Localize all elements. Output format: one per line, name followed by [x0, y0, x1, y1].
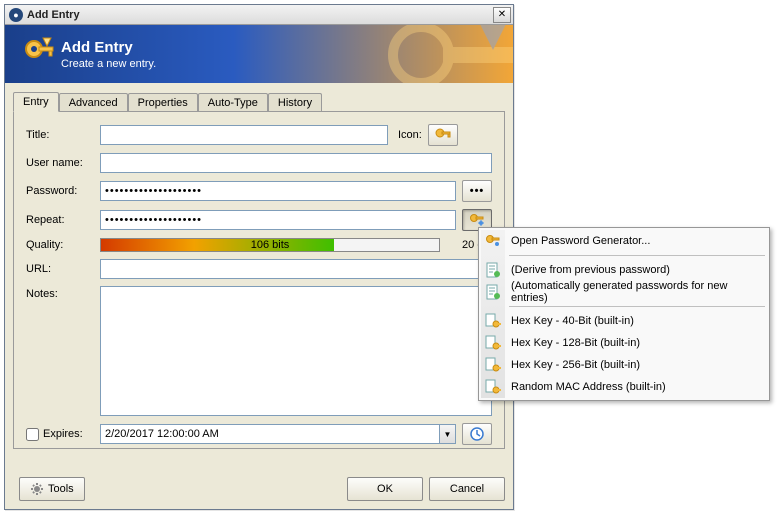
profile-key-icon [485, 379, 501, 395]
url-input[interactable] [100, 259, 492, 279]
app-icon: ● [9, 8, 23, 22]
menu-separator [509, 255, 765, 256]
expires-preset-button[interactable] [462, 423, 492, 445]
menu-item-label: Hex Key - 256-Bit (built-in) [511, 359, 640, 371]
password-input[interactable] [100, 181, 456, 201]
menu-item-label: (Automatically generated passwords for n… [511, 280, 767, 304]
url-label: URL: [26, 263, 100, 275]
title-input[interactable] [100, 125, 388, 145]
menu-derive-previous[interactable]: (Derive from previous password) [481, 259, 767, 281]
expires-label: Expires: [43, 428, 83, 440]
menu-open-generator[interactable]: Open Password Generator... [481, 230, 767, 252]
add-entry-window: ● Add Entry ✕ Add Entry Create a new ent… [4, 4, 514, 510]
quality-meter: 106 bits [100, 238, 440, 252]
expires-value: 2/20/2017 12:00:00 AM [105, 428, 439, 440]
titlebar: ● Add Entry ✕ [5, 5, 513, 25]
menu-item-label: (Derive from previous password) [511, 264, 670, 276]
icon-label: Icon: [398, 129, 422, 141]
header-subtitle: Create a new entry. [61, 58, 156, 70]
menu-hex-256[interactable]: Hex Key - 256-Bit (built-in) [481, 354, 767, 376]
dialog-button-bar: Tools OK Cancel [13, 477, 505, 501]
tab-history[interactable]: History [268, 93, 322, 113]
menu-hex-128[interactable]: Hex Key - 128-Bit (built-in) [481, 332, 767, 354]
key-gear-icon [485, 233, 501, 249]
dialog-header: Add Entry Create a new entry. [5, 25, 513, 83]
menu-item-label: Open Password Generator... [511, 235, 650, 247]
profile-key-icon [485, 313, 501, 329]
tab-auto-type[interactable]: Auto-Type [198, 93, 268, 113]
header-title: Add Entry [61, 39, 156, 56]
notes-input[interactable] [100, 286, 492, 416]
close-button[interactable]: ✕ [493, 7, 511, 23]
ok-button[interactable]: OK [347, 477, 423, 501]
header-decor-icon [383, 25, 513, 83]
profile-key-icon [485, 357, 501, 373]
menu-separator [509, 306, 765, 307]
tab-strip: Entry Advanced Properties Auto-Type Hist… [13, 91, 505, 111]
quality-value: 106 bits [101, 239, 439, 251]
password-generator-menu: Open Password Generator... (Derive from … [478, 227, 770, 401]
repeat-label: Repeat: [26, 214, 100, 226]
tab-properties[interactable]: Properties [128, 93, 198, 113]
profile-key-icon [485, 335, 501, 351]
tab-panel-entry: Title: Icon: User name: Password: ••• Re… [13, 111, 505, 449]
tools-button[interactable]: Tools [19, 477, 85, 501]
menu-item-label: Hex Key - 40-Bit (built-in) [511, 315, 634, 327]
repeat-input[interactable] [100, 210, 456, 230]
reveal-password-button[interactable]: ••• [462, 180, 492, 202]
profile-icon [485, 284, 501, 300]
expires-datetime[interactable]: 2/20/2017 12:00:00 AM ▼ [100, 424, 456, 444]
key-icon [17, 32, 61, 76]
cancel-button[interactable]: Cancel [429, 477, 505, 501]
menu-auto-profile[interactable]: (Automatically generated passwords for n… [481, 281, 767, 303]
tab-advanced[interactable]: Advanced [59, 93, 128, 113]
tab-entry[interactable]: Entry [13, 92, 59, 112]
window-title: Add Entry [27, 9, 493, 21]
gear-icon [30, 482, 44, 496]
quality-label: Quality: [26, 239, 100, 251]
username-input[interactable] [100, 153, 492, 173]
title-label: Title: [26, 129, 100, 141]
icon-picker-button[interactable] [428, 124, 458, 146]
chevron-down-icon[interactable]: ▼ [439, 425, 455, 443]
menu-hex-40[interactable]: Hex Key - 40-Bit (built-in) [481, 310, 767, 332]
notes-label: Notes: [26, 286, 100, 416]
menu-item-label: Random MAC Address (built-in) [511, 381, 666, 393]
expires-checkbox[interactable] [26, 428, 39, 441]
username-label: User name: [26, 157, 100, 169]
tools-label: Tools [48, 483, 74, 495]
menu-random-mac[interactable]: Random MAC Address (built-in) [481, 376, 767, 398]
profile-icon [485, 262, 501, 278]
menu-item-label: Hex Key - 128-Bit (built-in) [511, 337, 640, 349]
password-label: Password: [26, 185, 100, 197]
